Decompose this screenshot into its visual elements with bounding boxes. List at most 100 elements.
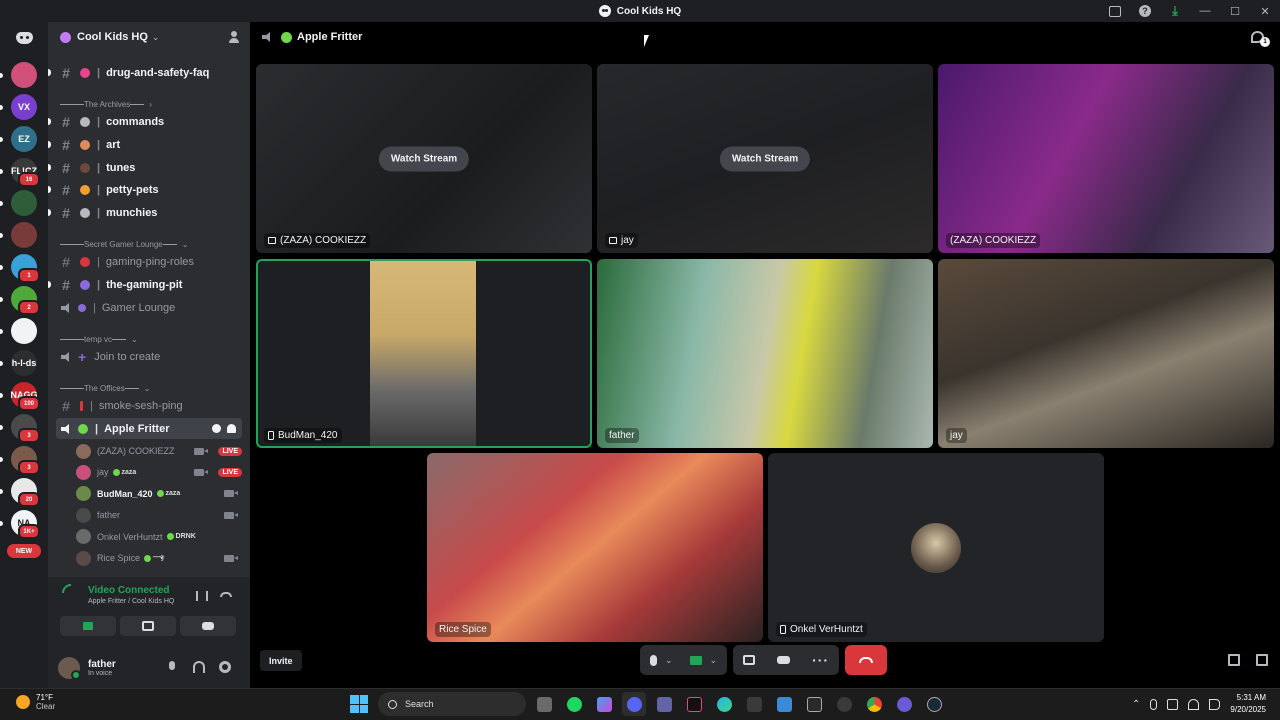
file-app[interactable] xyxy=(772,692,796,716)
watch-stream-button[interactable]: Watch Stream xyxy=(719,146,811,171)
voice-user[interactable]: Rice Spice —ඉ xyxy=(76,548,242,568)
disconnect-button[interactable] xyxy=(845,645,888,675)
voice-channel-apple-fritter[interactable]: | Apple Fritter xyxy=(56,418,242,439)
obs-app[interactable] xyxy=(832,692,856,716)
pop-out-icon[interactable] xyxy=(1228,654,1240,666)
disconnect-icon[interactable] xyxy=(220,592,232,597)
channel-petty-pets[interactable]: # | petty-pets xyxy=(48,179,242,200)
camera-icon[interactable] xyxy=(689,655,702,665)
wifi-icon[interactable] xyxy=(1188,698,1200,710)
gear-icon[interactable] xyxy=(219,661,231,673)
home-button[interactable] xyxy=(11,28,37,48)
steam-app[interactable] xyxy=(922,692,946,716)
download-button[interactable]: ⤓ xyxy=(1160,0,1190,22)
user-info[interactable]: father In voice xyxy=(88,659,116,677)
server-flicz[interactable]: FL!CZ 16 xyxy=(0,158,40,187)
video-tile-camera[interactable]: (ZAZA) COOKIEZZ xyxy=(938,64,1274,253)
voice-location[interactable]: Apple Fritter / Cool Kids HQ xyxy=(88,598,174,605)
teams-app[interactable] xyxy=(652,692,676,716)
voice-channel-gamer-lounge[interactable]: | Gamer Lounge xyxy=(56,297,242,318)
server-nagg[interactable]: NAGG 100 xyxy=(0,382,40,411)
video-tile-stream[interactable]: Watch Stream (ZAZA) COOKIEZZ xyxy=(256,64,592,253)
voice-user[interactable]: (ZAZA) COOKIEZZ LIVE xyxy=(76,441,242,461)
start-button[interactable] xyxy=(350,695,368,713)
screen-share-icon[interactable] xyxy=(743,655,756,665)
display-icon[interactable] xyxy=(1167,698,1179,710)
maximize-button[interactable]: ☐ xyxy=(1220,0,1250,22)
headphones-icon[interactable] xyxy=(193,661,205,673)
new-unreads-pill[interactable]: NEW xyxy=(7,544,41,558)
channel-munchies[interactable]: # | munchies xyxy=(48,202,242,223)
invite-icon[interactable] xyxy=(227,424,236,433)
server-ez[interactable]: EZ xyxy=(0,126,37,152)
channel-gaming-ping-roles[interactable]: # | gaming-ping-roles xyxy=(56,251,242,272)
video-tile-camera[interactable]: father xyxy=(597,259,933,448)
more-options-icon[interactable]: ··· xyxy=(812,652,829,668)
microphone-icon[interactable] xyxy=(169,661,175,670)
voice-user[interactable]: Onkel VerHuntzt DRNK xyxy=(76,527,242,547)
server-bird[interactable]: 1 xyxy=(0,254,40,283)
chrome-app[interactable] xyxy=(862,692,886,716)
toggle-camera-button[interactable] xyxy=(60,616,116,636)
server-face[interactable] xyxy=(0,318,37,344)
share-screen-button[interactable] xyxy=(120,616,176,636)
video-tile-camera[interactable]: jay xyxy=(938,259,1274,448)
help-button[interactable]: ? xyxy=(1130,0,1160,22)
guild-header[interactable]: Cool Kids HQ ⌄ xyxy=(48,22,250,52)
tiktok-app[interactable] xyxy=(682,692,706,716)
minimize-button[interactable]: — xyxy=(1190,0,1220,22)
taskview-app[interactable] xyxy=(532,692,556,716)
voice-user[interactable]: father xyxy=(76,505,242,525)
media-app[interactable] xyxy=(892,692,916,716)
channel-the-gaming-pit[interactable]: # | the-gaming-pit xyxy=(48,274,242,295)
audio-app[interactable] xyxy=(742,692,766,716)
server-red[interactable] xyxy=(0,222,37,248)
category-archives[interactable]: The Archives › xyxy=(60,97,240,111)
discord-app[interactable] xyxy=(622,692,646,716)
category-the-offices[interactable]: The Offices ⌄ xyxy=(60,381,240,395)
video-tile-camera-speaking[interactable]: BudMan_420 xyxy=(256,259,592,448)
chat-icon[interactable] xyxy=(212,424,221,433)
category-secret-gamer-lounge[interactable]: Secret Gamer Lounge ⌄ xyxy=(60,237,240,251)
close-button[interactable]: ✕ xyxy=(1250,0,1280,22)
server-dark[interactable]: 3 xyxy=(0,414,40,443)
channel-smoke-sesh-ping[interactable]: # | smoke-sesh-ping xyxy=(56,395,242,416)
video-tile-avatar[interactable]: Onkel VerHuntzt xyxy=(768,453,1104,642)
copilot-app[interactable] xyxy=(592,692,616,716)
clock[interactable]: 5:31 AM 9/20/2025 xyxy=(1230,692,1266,716)
channel-tunes[interactable]: # | tunes xyxy=(48,157,242,178)
category-temp-vc[interactable]: temp vc ⌄ xyxy=(60,332,240,346)
invite-people-icon[interactable] xyxy=(228,31,240,43)
spotify-app[interactable] xyxy=(562,692,586,716)
chevron-down-icon[interactable]: ⌄ xyxy=(710,655,718,666)
channel-art[interactable]: # | art xyxy=(48,134,242,155)
mute-button[interactable]: ⌄ ⌄ xyxy=(640,645,728,675)
avatar[interactable] xyxy=(58,656,81,680)
voice-channel-join-to-create[interactable]: + Join to create xyxy=(56,346,242,367)
server-rainbow[interactable] xyxy=(0,62,37,88)
epic-app[interactable] xyxy=(802,692,826,716)
activities-button[interactable] xyxy=(180,616,236,636)
edge-app[interactable] xyxy=(712,692,736,716)
server-hlds[interactable]: h-l-ds xyxy=(0,350,37,376)
watch-stream-button[interactable]: Watch Stream xyxy=(378,146,470,171)
chat-icon[interactable] xyxy=(1251,31,1270,47)
server-green[interactable]: 2 xyxy=(0,286,40,315)
chevron-down-icon[interactable]: ⌄ xyxy=(665,655,673,666)
fullscreen-icon[interactable] xyxy=(1256,654,1268,666)
microphone-icon[interactable] xyxy=(1150,698,1158,710)
gamepad-icon[interactable] xyxy=(777,656,791,664)
inbox-button[interactable] xyxy=(1100,0,1130,22)
voice-user[interactable]: jay zaza LIVE xyxy=(76,462,242,482)
server-na[interactable]: NA 1K+ xyxy=(0,510,40,539)
server-x[interactable]: 20 xyxy=(0,478,40,507)
channel-commands[interactable]: # | commands xyxy=(48,111,242,132)
channel-drug-and-safety-faq[interactable]: # | drug-and-safety-faq xyxy=(48,62,242,83)
volume-icon[interactable] xyxy=(1209,698,1221,710)
video-tile-stream[interactable]: Watch Stream jay xyxy=(597,64,933,253)
taskbar-search[interactable]: Search xyxy=(378,692,526,716)
voice-user[interactable]: BudMan_420 zaza xyxy=(76,484,242,504)
chevron-up-icon[interactable]: ⌃ xyxy=(1132,699,1140,710)
server-group[interactable]: 3 xyxy=(0,446,40,475)
noise-suppression-icon[interactable] xyxy=(196,591,208,601)
